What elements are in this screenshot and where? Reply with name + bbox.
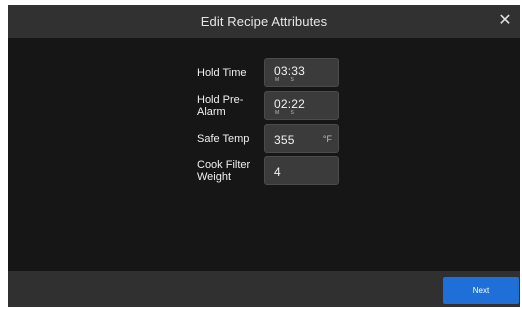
next-button[interactable]: Next: [443, 277, 519, 304]
safe-temp-label: Safe Temp: [197, 132, 250, 145]
hold-pre-alarm-field[interactable]: 02:22 M S: [264, 91, 339, 120]
cook-filter-weight-label: Cook Filter Weight: [197, 158, 251, 183]
edit-recipe-attributes-dialog: Edit Recipe Attributes ✕ Hold Time 03:33…: [0, 0, 522, 309]
safe-temp-field[interactable]: 355 °F: [264, 124, 339, 153]
hold-pre-alarm-row: Hold Pre-Alarm 02:22 M S: [197, 91, 339, 120]
dialog-footer: Next: [8, 271, 520, 307]
hold-pre-alarm-value: 02:22: [274, 97, 306, 111]
cook-filter-weight-value: 4: [274, 165, 281, 179]
hold-time-row: Hold Time 03:33 M S: [197, 58, 339, 87]
hold-time-field[interactable]: 03:33 M S: [264, 58, 339, 87]
dialog-header: Edit Recipe Attributes ✕: [8, 5, 520, 38]
hold-time-value: 03:33: [274, 64, 306, 78]
form-area: Hold Time 03:33 M S Hold Pre-Alarm 02:22…: [8, 38, 520, 271]
hold-time-units: M S: [275, 77, 299, 83]
hold-pre-alarm-label: Hold Pre-Alarm: [197, 93, 244, 118]
hold-time-label: Hold Time: [197, 66, 247, 79]
dialog-title: Edit Recipe Attributes: [200, 14, 328, 29]
hold-pre-alarm-units: M S: [275, 110, 299, 116]
safe-temp-value: 355: [274, 133, 295, 147]
safe-temp-row: Safe Temp 355 °F: [197, 124, 339, 153]
close-icon[interactable]: ✕: [496, 12, 514, 30]
cook-filter-weight-row: Cook Filter Weight 4: [197, 156, 339, 185]
cook-filter-weight-field[interactable]: 4: [264, 156, 339, 185]
safe-temp-unit: °F: [322, 134, 332, 144]
